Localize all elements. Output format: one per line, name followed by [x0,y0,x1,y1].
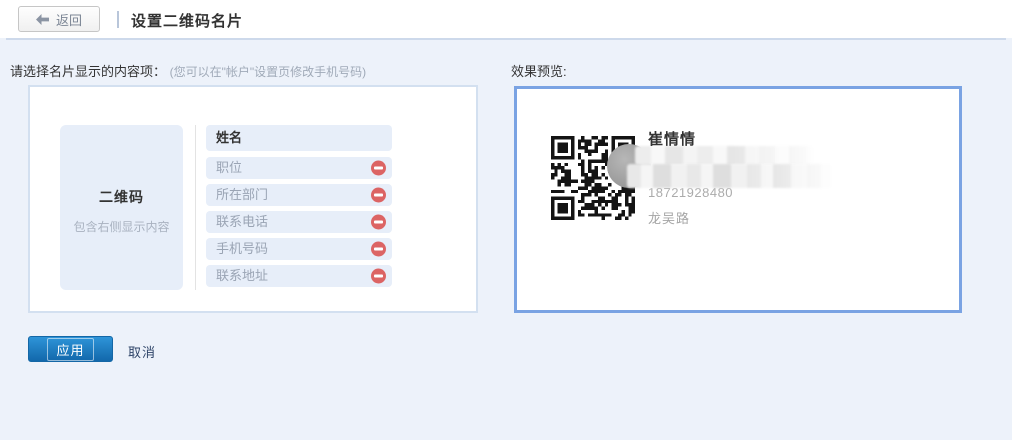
remove-field-button[interactable] [371,242,386,257]
field-label: 联系地址 [216,268,268,283]
back-button[interactable]: 返回 [18,6,100,32]
field-label: 手机号码 [216,241,268,256]
field-row-3: 联系电话 [206,211,392,233]
field-label: 联系电话 [216,214,268,229]
field-row-1: 职位 [206,157,392,179]
content-items-label: 请选择名片显示的内容项： (您可以在"帐户"设置页修改手机号码) [10,61,366,80]
field-label: 职位 [216,160,242,175]
qr-box-title: 二维码 [60,187,183,207]
apply-button[interactable]: 应用 [28,336,113,362]
vertical-divider [195,125,196,290]
preview-address: 龙吴路 [648,208,690,227]
remove-field-button[interactable] [371,215,386,230]
preview-label: 效果预览: [511,61,567,80]
field-row-4: 手机号码 [206,238,392,260]
qr-placeholder-box: 二维码 包含右侧显示内容 [60,125,183,290]
page-title: 设置二维码名片 [131,10,243,31]
field-row-5: 联系地址 [206,265,392,287]
back-arrow-icon [36,14,49,25]
apply-button-label: 应用 [47,338,93,361]
field-label: 姓名 [216,130,242,145]
phone-edit-hint: (您可以在"帐户"设置页修改手机号码) [170,65,367,79]
preview-name: 崔情情 [648,128,696,149]
field-list: 姓名职位所在部门联系电话手机号码联系地址 [206,125,392,292]
header-bar: 返回 设置二维码名片 [0,0,1012,38]
header-divider [6,38,1006,40]
field-row-0: 姓名 [206,125,392,151]
card-content-panel: 二维码 包含右侧显示内容 姓名职位所在部门联系电话手机号码联系地址 [28,85,478,313]
content-items-label-text: 请选择名片显示的内容项： [10,64,166,79]
title-separator [117,11,119,28]
preview-panel: 崔情情 18721928480 龙吴路 [514,86,962,313]
qr-box-subtitle: 包含右侧显示内容 [60,218,183,235]
cancel-link[interactable]: 取消 [128,342,156,361]
field-row-2: 所在部门 [206,184,392,206]
back-button-label: 返回 [56,10,82,29]
remove-field-button[interactable] [371,269,386,284]
field-label: 所在部门 [216,187,268,202]
redacted-text-blur-2 [627,164,831,188]
remove-field-button[interactable] [371,161,386,176]
remove-field-button[interactable] [371,188,386,203]
